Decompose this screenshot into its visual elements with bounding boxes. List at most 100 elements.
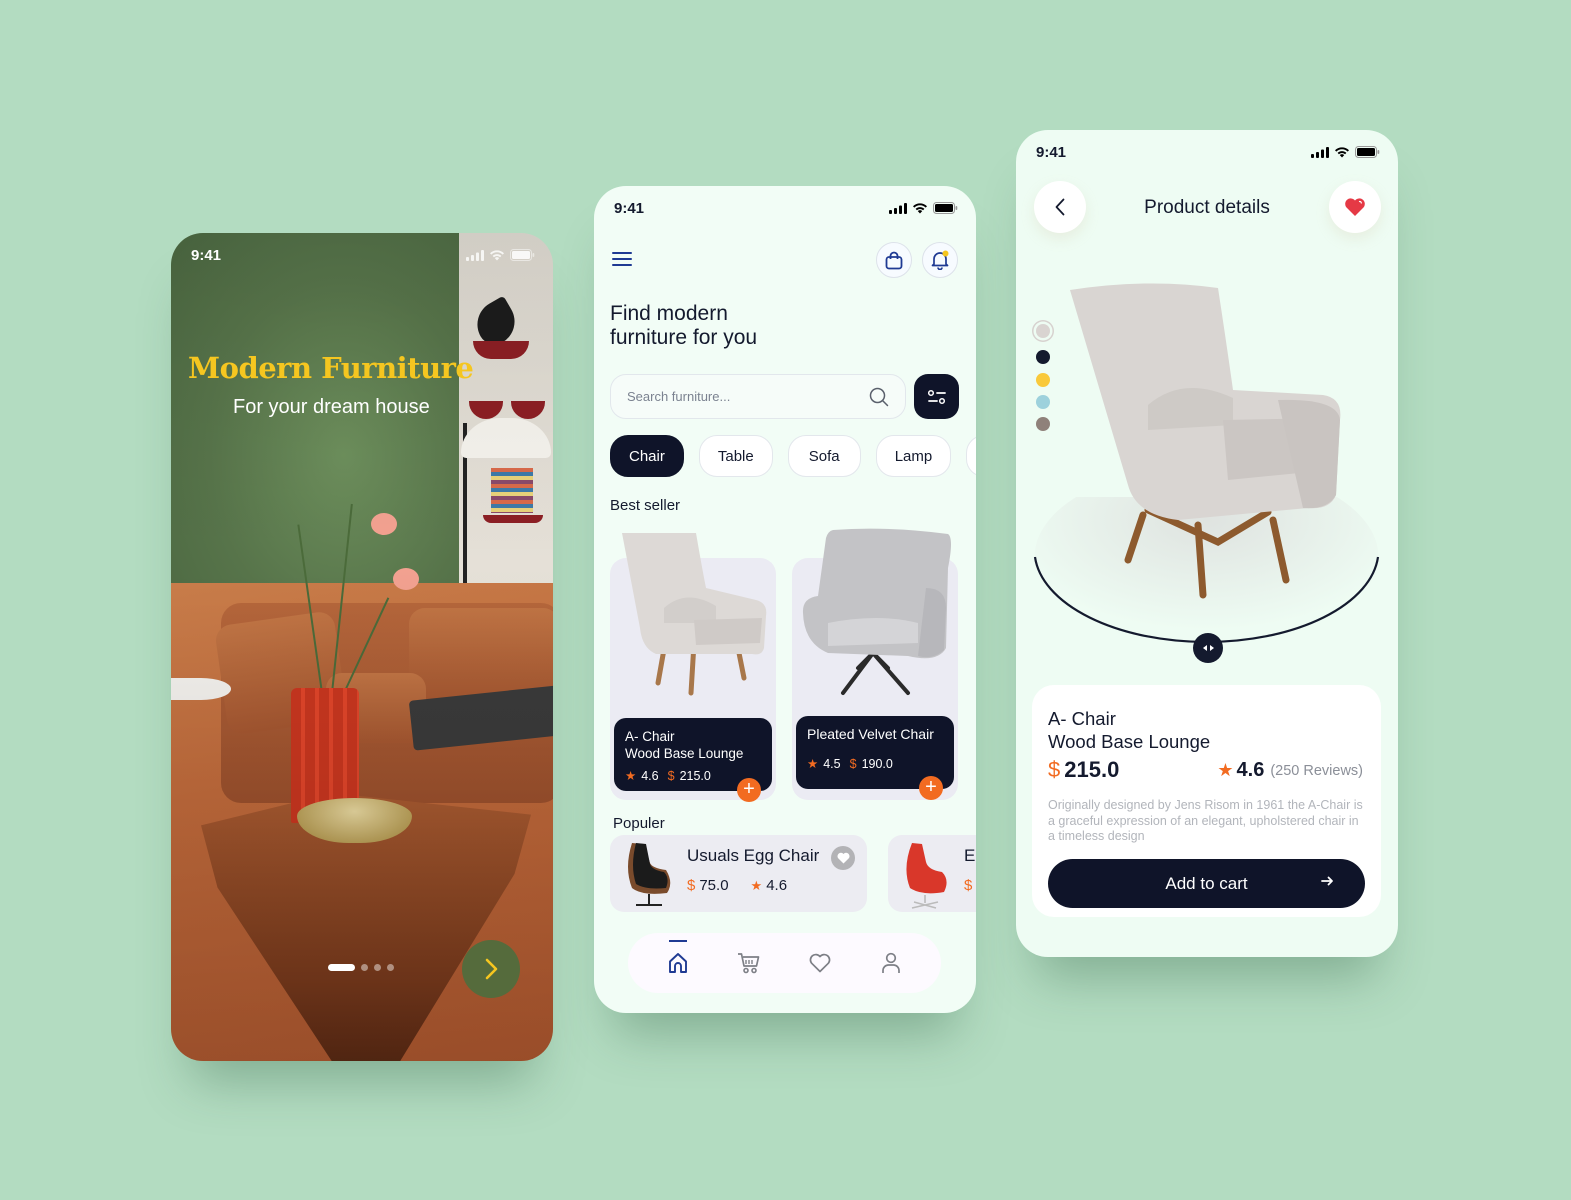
arrow-right-icon	[1209, 645, 1214, 651]
a-chair-image	[622, 533, 767, 696]
bell-icon	[931, 250, 949, 270]
red-egg-chair-image	[906, 843, 947, 909]
signal-icon	[889, 202, 907, 214]
favorite-button[interactable]	[1329, 181, 1381, 233]
popular-heading: Populer	[613, 815, 665, 832]
product-price: 190.0	[861, 756, 893, 771]
nav-favorites[interactable]	[800, 943, 840, 983]
cart-icon	[737, 953, 760, 974]
status-bar: 9:41	[594, 186, 976, 230]
product-rating: 4.6	[641, 768, 659, 783]
status-bar: 9:41	[171, 233, 553, 277]
egg-chair-image	[628, 843, 671, 906]
next-button[interactable]	[462, 940, 520, 998]
search-icon[interactable]	[869, 387, 889, 407]
popular-item[interactable]: E $	[888, 835, 976, 912]
filter-button[interactable]	[914, 374, 959, 419]
wifi-icon	[490, 249, 504, 260]
wifi-icon	[1335, 146, 1349, 157]
home-screen: 9:41 Find modern furniture for you Chair…	[594, 186, 976, 1013]
product-card[interactable]: Pleated Velvet Chair ★ 4.5 $ 190.0 +	[792, 528, 958, 800]
filter-icon	[927, 389, 946, 404]
menu-icon[interactable]	[612, 252, 632, 268]
user-icon	[882, 952, 901, 973]
shopping-bag-icon	[885, 251, 903, 269]
battery-icon	[1355, 146, 1380, 158]
search-field[interactable]	[610, 374, 906, 419]
product-rating: ★ 4.6 (250 Reviews)	[1217, 759, 1363, 781]
category-chip-more[interactable]	[966, 435, 976, 477]
nav-cart[interactable]	[729, 943, 769, 983]
nav-home[interactable]	[658, 940, 698, 983]
page-dot-active[interactable]	[328, 964, 355, 971]
review-count[interactable]: (250 Reviews)	[1270, 763, 1363, 779]
arrow-left-icon	[1202, 645, 1207, 651]
battery-icon	[933, 202, 958, 214]
product-description: Originally designed by Jens Risom in 196…	[1048, 798, 1363, 843]
home-icon	[668, 953, 687, 973]
color-swatch[interactable]	[1036, 373, 1050, 387]
star-icon: ★	[750, 877, 763, 893]
category-chip-sofa[interactable]: Sofa	[787, 435, 861, 477]
category-chips: Chair Table Sofa Lamp	[610, 435, 976, 477]
page-dot[interactable]	[387, 964, 394, 971]
star-icon: ★	[625, 769, 637, 783]
nav-profile[interactable]	[871, 943, 911, 983]
battery-icon	[510, 249, 535, 261]
onboarding-screen: 9:41 Modern Furniture For your dream hou…	[171, 233, 553, 1061]
onboarding-subtitle: For your dream house	[233, 396, 430, 418]
wifi-icon	[913, 202, 927, 213]
popular-item[interactable]: Usuals Egg Chair $ 75.0 ★ 4.6	[610, 835, 867, 912]
status-bar: 9:41	[1016, 130, 1398, 174]
popular-item-price: 75.0	[699, 877, 729, 894]
page-indicator[interactable]	[328, 964, 394, 971]
popular-item-name: E	[964, 846, 976, 865]
velvet-chair-image	[802, 528, 951, 695]
search-input[interactable]	[627, 389, 869, 404]
add-button[interactable]: +	[919, 776, 943, 800]
notification-dot	[942, 250, 949, 257]
add-to-cart-button[interactable]: Add to cart	[1048, 859, 1365, 908]
page-dot[interactable]	[374, 964, 381, 971]
add-button[interactable]: +	[737, 778, 761, 802]
currency-symbol: $	[1048, 757, 1061, 782]
star-icon: ★	[807, 757, 819, 771]
color-swatch[interactable]	[1036, 417, 1050, 431]
best-seller-heading: Best seller	[610, 497, 681, 514]
currency-symbol: $	[667, 768, 675, 783]
heart-filled-icon	[1345, 198, 1365, 216]
popular-item-rating: 4.6	[766, 877, 788, 894]
product-details-screen: 9:41 Product details A- Chair Wood Base …	[1016, 130, 1398, 957]
onboarding-title: Modern Furniture	[188, 351, 474, 385]
product-card[interactable]: A- Chair Wood Base Lounge ★ 4.6 $ 215.0 …	[610, 533, 776, 802]
bottom-navigation	[628, 933, 941, 993]
notifications-button[interactable]	[922, 242, 958, 278]
product-info-card: A- Chair Wood Base Lounge $215.0 ★ 4.6 (…	[1032, 685, 1381, 917]
rotate-handle[interactable]	[1193, 633, 1223, 663]
color-swatch[interactable]	[1036, 324, 1050, 338]
chevron-right-icon	[485, 958, 498, 980]
currency-symbol: $	[687, 877, 696, 894]
heart-icon	[809, 953, 831, 973]
star-icon: ★	[1217, 760, 1234, 780]
product-price: 215.0	[679, 768, 711, 783]
shopping-bag-button[interactable]	[876, 242, 912, 278]
product-price: $215.0	[1048, 757, 1120, 782]
signal-icon	[466, 249, 484, 261]
page-dot[interactable]	[361, 964, 368, 971]
popular-item-name: Usuals Egg Chair	[687, 846, 820, 865]
page-title: Find modern furniture for you	[610, 302, 758, 349]
favorite-button[interactable]	[831, 846, 855, 870]
category-chip-chair[interactable]: Chair	[610, 435, 684, 477]
currency-symbol: $	[964, 877, 973, 894]
category-chip-lamp[interactable]: Lamp	[875, 435, 952, 477]
color-swatch[interactable]	[1036, 350, 1050, 364]
heart-icon	[836, 852, 850, 864]
signal-icon	[1311, 146, 1329, 158]
arrow-right-icon	[1321, 876, 1333, 886]
product-name: A- Chair Wood Base Lounge	[1048, 708, 1211, 752]
color-swatch[interactable]	[1036, 395, 1050, 409]
currency-symbol: $	[849, 756, 857, 771]
category-chip-table[interactable]: Table	[698, 435, 773, 477]
status-time: 9:41	[191, 246, 222, 264]
